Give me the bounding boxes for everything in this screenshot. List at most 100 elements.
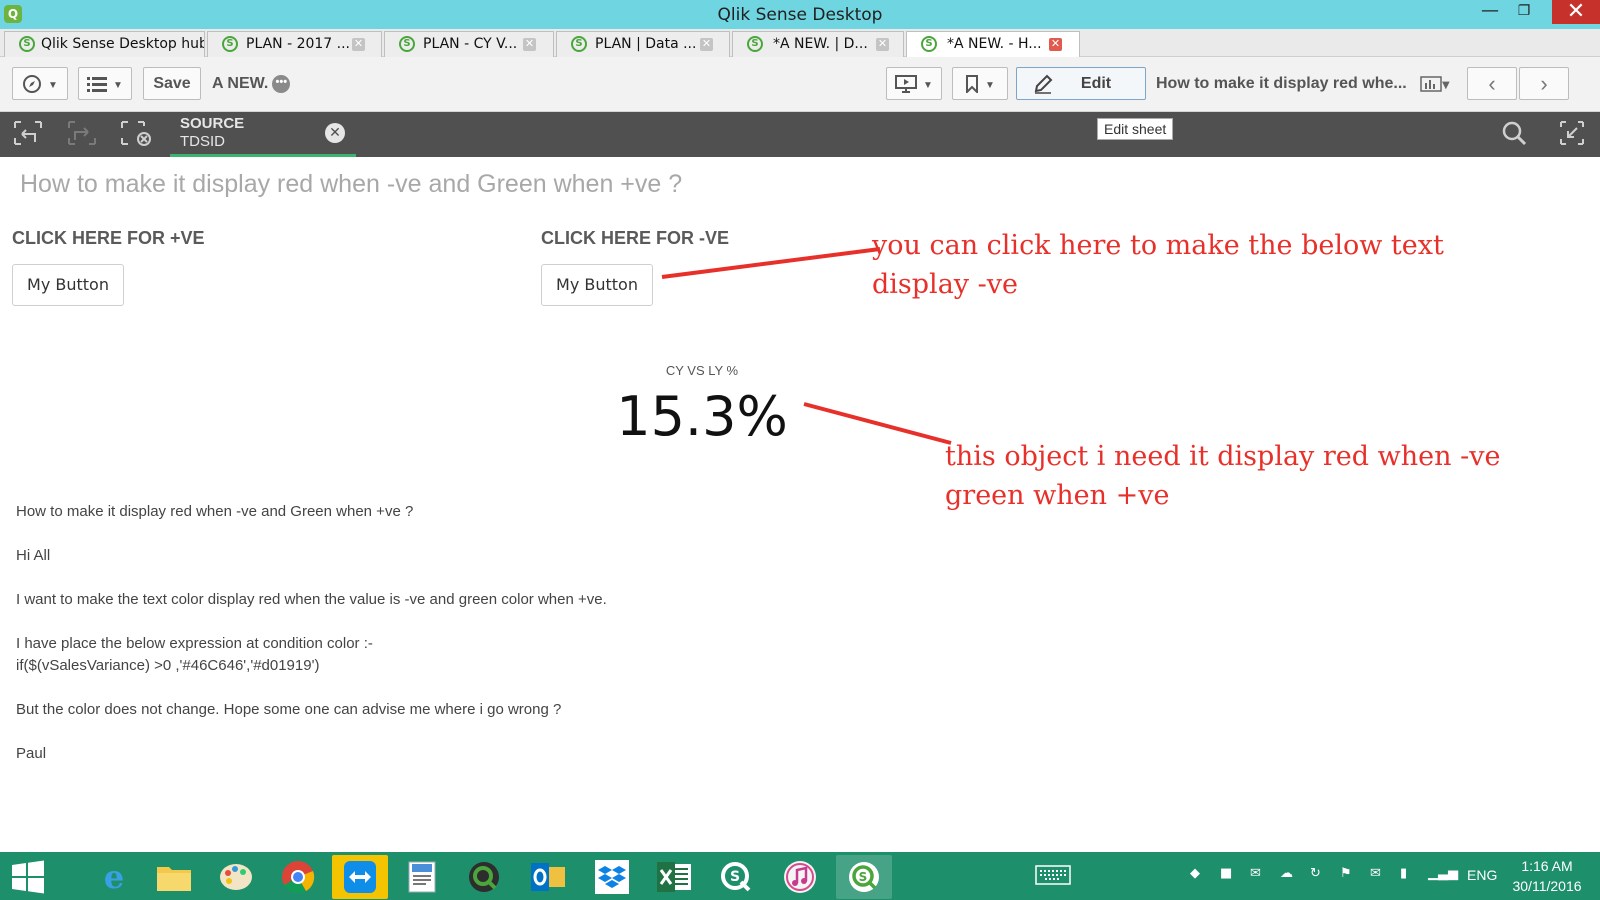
annotation-button-note: you can click here to make the below tex… <box>872 226 1444 304</box>
paint-icon[interactable] <box>208 855 264 899</box>
step-forward-icon[interactable] <box>66 120 98 148</box>
selection-field-name: SOURCE <box>180 115 245 132</box>
annotation-line: green when +ve <box>945 480 1170 511</box>
tab-hub[interactable]: S Qlik Sense Desktop hub <box>4 31 205 57</box>
tray-flag-icon[interactable]: ⚑ <box>1340 866 1352 881</box>
window-title: Qlik Sense Desktop <box>717 5 883 25</box>
kpi-label: CY VS LY % <box>665 363 739 378</box>
dropbox-icon[interactable] <box>584 855 640 899</box>
tab-plan-data[interactable]: S PLAN | Data ... ✕ <box>556 31 730 57</box>
qlikview-icon[interactable] <box>456 855 512 899</box>
outlook-icon[interactable] <box>520 855 576 899</box>
minimize-button[interactable]: — <box>1473 0 1507 24</box>
positive-button[interactable]: My Button <box>12 264 124 306</box>
tray-battery-icon[interactable]: ▮ <box>1400 866 1407 881</box>
tray-sync-icon[interactable]: ↻ <box>1310 866 1321 881</box>
story-button[interactable]: ▼ <box>886 67 942 100</box>
tab-close-icon[interactable]: ✕ <box>700 38 713 51</box>
qlikview-svg <box>469 862 499 892</box>
selections-tool-icon[interactable] <box>1556 120 1588 148</box>
excel-icon[interactable] <box>646 855 702 899</box>
list-icon <box>87 76 108 92</box>
text-expression: if($(vSalesVariance) >0 ,'#46C646','#d01… <box>16 657 320 674</box>
tray-dropbox-icon[interactable]: ◆ <box>1190 866 1200 881</box>
touch-keyboard-icon[interactable] <box>1035 865 1071 889</box>
sheet-selector[interactable]: ▼ <box>1420 73 1450 92</box>
previous-sheet-button[interactable]: ‹ <box>1467 67 1517 100</box>
tab-a-new-h[interactable]: S *A NEW. - H... ✕ <box>906 31 1080 58</box>
app-menu-icon[interactable]: ••• <box>272 75 291 93</box>
selection-chip-source[interactable]: SOURCE TDSID ✕ <box>170 112 356 157</box>
present-icon <box>895 74 918 93</box>
tray-app-icon[interactable]: ■ <box>1220 866 1232 881</box>
next-sheet-button[interactable]: › <box>1519 67 1569 100</box>
negative-button[interactable]: My Button <box>541 264 653 306</box>
tray-mail-icon[interactable]: ✉ <box>1250 866 1261 881</box>
wordpad-icon[interactable] <box>394 855 450 899</box>
app-name[interactable]: A NEW. ••• <box>212 75 291 93</box>
tray-cloud-warning-icon[interactable]: ☁ <box>1280 866 1293 881</box>
text-question: How to make it display red when -ve and … <box>16 503 414 520</box>
svg-text:S: S <box>730 869 740 885</box>
teamviewer-icon[interactable] <box>332 855 388 899</box>
tray-outlook-icon[interactable]: ✉ <box>1370 866 1381 881</box>
tab-label: Qlik Sense Desktop hub <box>41 36 205 52</box>
itunes-svg <box>784 861 816 893</box>
wordpad-svg <box>408 861 436 893</box>
annotation-line: you can click here to make the below tex… <box>872 230 1444 261</box>
tab-close-icon[interactable]: ✕ <box>352 38 365 51</box>
browser-tabbar: S Qlik Sense Desktop hub S PLAN - 2017 .… <box>0 29 1600 58</box>
tab-plan-cy[interactable]: S PLAN - CY V... ✕ <box>384 31 554 57</box>
global-menu-button[interactable]: ▼ <box>78 67 132 100</box>
edit-label: Edit <box>1080 75 1112 92</box>
folder-svg <box>157 867 191 891</box>
tab-label: *A NEW. - H... <box>947 36 1042 52</box>
step-back-icon[interactable] <box>12 120 44 148</box>
annotation-kpi-note: this object i need it display red when -… <box>945 437 1500 515</box>
qliksense-active-svg: S <box>849 862 879 892</box>
annotation-arrow-button <box>661 247 881 279</box>
navigation-button[interactable]: ▼ <box>12 67 68 100</box>
chrome-svg <box>282 861 315 894</box>
bookmarks-button[interactable]: ▼ <box>952 67 1008 100</box>
search-icon[interactable] <box>1498 120 1530 148</box>
qlik-tab-icon: S <box>747 36 763 52</box>
windows-start-icon[interactable] <box>8 860 48 894</box>
bookmark-icon <box>966 74 979 95</box>
app-toolbar: ▼ ▼ Save A NEW. ••• ▼ ▼ Edit How to make … <box>0 57 1600 112</box>
dropbox-svg <box>595 860 629 894</box>
close-window-button[interactable]: ✕ <box>1552 0 1600 24</box>
itunes-icon[interactable] <box>772 855 828 899</box>
edit-sheet-button[interactable]: Edit <box>1016 67 1146 100</box>
maximize-button[interactable]: ❐ <box>1507 0 1541 24</box>
tab-close-icon[interactable]: ✕ <box>523 38 536 51</box>
selection-field-value: TDSID <box>180 133 225 150</box>
taskbar-clock[interactable]: 1:16 AM 30/11/2016 <box>1502 856 1592 896</box>
clock-time: 1:16 AM <box>1521 858 1573 874</box>
selections-bar: SOURCE TDSID ✕ <box>0 112 1600 157</box>
tab-close-icon[interactable]: ✕ <box>1049 38 1062 51</box>
clock-date: 30/11/2016 <box>1512 878 1582 894</box>
chrome-icon[interactable] <box>270 855 326 899</box>
tab-plan-2017[interactable]: S PLAN - 2017 ... ✕ <box>207 31 382 57</box>
ie-icon[interactable]: e <box>86 855 142 899</box>
explorer-icon[interactable] <box>146 855 202 899</box>
clear-selection-icon[interactable]: ✕ <box>325 123 345 143</box>
positive-button-label: CLICK HERE FOR +VE <box>12 228 205 248</box>
tray-network-icon[interactable]: ▁▃▅ <box>1428 866 1458 881</box>
annotation-line: display -ve <box>872 269 1018 300</box>
kpi-value[interactable]: 15.3% <box>600 385 804 448</box>
save-button[interactable]: Save <box>143 67 201 100</box>
qliksense-icon[interactable]: S <box>708 855 764 899</box>
window-titlebar: Q Qlik Sense Desktop — ❐ ✕ <box>0 0 1600 29</box>
sheet-title[interactable]: How to make it display red whe... <box>1156 75 1407 93</box>
qliksense-active-icon[interactable]: S <box>836 855 892 899</box>
tab-a-new-d[interactable]: S *A NEW. | D... ✕ <box>732 31 904 57</box>
input-language[interactable]: ENG <box>1467 867 1497 883</box>
app-name-label: A NEW. <box>212 75 269 93</box>
keyboard-svg <box>1035 865 1071 885</box>
sheet-heading: How to make it display red when -ve and … <box>20 170 683 198</box>
annotation-arrow-kpi <box>803 402 952 445</box>
tab-close-icon[interactable]: ✕ <box>876 38 889 51</box>
clear-all-selections-icon[interactable] <box>120 120 152 148</box>
